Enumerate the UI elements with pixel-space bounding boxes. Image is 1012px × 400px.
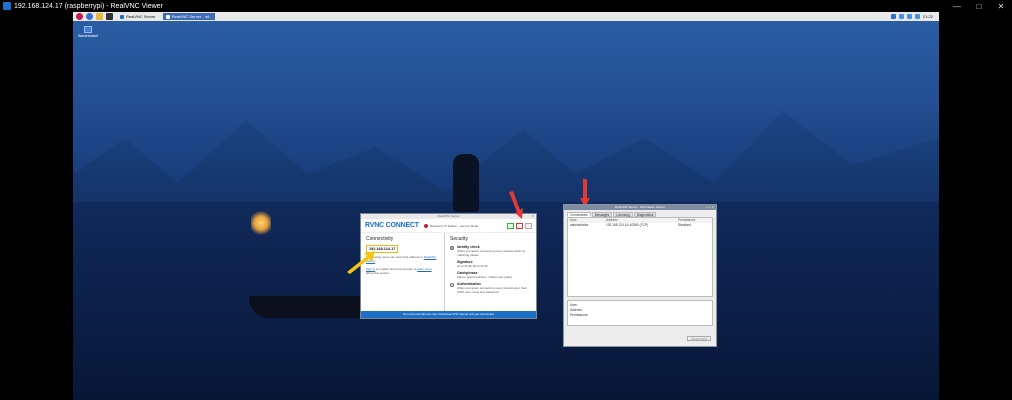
learn-more-link[interactable]: learn more <box>417 267 431 271</box>
cell-user: administrator <box>570 223 589 227</box>
radio-icon <box>450 283 454 287</box>
info-center-button[interactable] <box>516 222 523 229</box>
connectivity-heading: Connectivity <box>366 236 394 242</box>
vnc-connect-logo: RVNC CONNECT <box>365 222 419 229</box>
security-panel: Security Identity check When prompted, c… <box>445 233 536 311</box>
realvnc-viewer-window: 192.168.124.17 (raspberrypi) - RealVNC V… <box>0 0 1012 400</box>
remote-desktop[interactable]: RealVNC Server RealVNC Server - Inf... 2… <box>73 12 939 400</box>
tab-connections[interactable]: Connections <box>567 212 591 217</box>
menu-icon[interactable] <box>525 222 532 229</box>
wastebasket-icon <box>84 26 92 33</box>
radio-icon <box>450 246 454 250</box>
yellow-arrow-annotation <box>347 251 375 274</box>
tab-diagnostics[interactable]: Diagnostics <box>633 212 657 217</box>
disconnect-button[interactable]: Disconnect <box>687 336 711 341</box>
bluetooth-icon[interactable] <box>898 14 904 19</box>
fisherman-silhouette <box>453 154 479 212</box>
info-center-title-bar: RealVNC Server - Information Center — □ … <box>564 205 716 210</box>
vnc-server-window: RealVNC Server ✕ RVNC CONNECT Raspberry … <box>360 213 537 319</box>
vnc-icon <box>165 14 170 19</box>
terminal-icon[interactable] <box>106 13 113 20</box>
cell-address: 192.168.124.14::62360 (TCP) <box>606 223 649 227</box>
vnc-tray-icon[interactable] <box>890 14 896 19</box>
tab-licensing[interactable]: Licensing <box>613 212 633 217</box>
raspberry-menu-icon[interactable] <box>76 13 83 20</box>
signature-item: Signature af:e7:4b:9b:40:1f:12:32 <box>457 260 488 268</box>
clock: 21:22 <box>922 14 933 19</box>
taskbar-item-vnc-server[interactable]: RealVNC Server <box>117 13 159 20</box>
authentication-item[interactable]: Authentication When prompted, connecting… <box>450 282 531 294</box>
browser-icon[interactable] <box>86 13 93 20</box>
close-button[interactable]: ✕ <box>990 0 1012 12</box>
information-center-window: RealVNC Server - Information Center — □ … <box>563 204 717 347</box>
catchphrase-item: Catchphrase Falcon grand ambition. Volta… <box>457 271 512 279</box>
vnc-icon <box>120 14 124 19</box>
maximize-button[interactable]: □ <box>968 0 990 12</box>
minimize-button[interactable]: — <box>946 0 968 12</box>
cell-permissions: Standard <box>678 223 691 227</box>
raspberry-pi-icon <box>423 223 428 228</box>
window-controls-icon[interactable]: — □ ✕ <box>705 205 714 210</box>
volume-icon[interactable] <box>914 14 920 19</box>
info-center-tabs: Connections Messages Licensing Diagnosti… <box>564 210 716 217</box>
connection-details: User: Address: Permissions: <box>567 300 713 326</box>
security-heading: Security <box>450 236 469 242</box>
device-label: Raspberry Pi Edition - Service Mode <box>423 223 478 228</box>
wifi-icon[interactable] <box>906 14 912 19</box>
desktop-icon-wastebasket[interactable]: Wastebasket <box>77 26 99 38</box>
realvnc-app-icon <box>3 2 11 10</box>
vnc-toolbar <box>507 222 532 229</box>
taskbar-item-info-center[interactable]: RealVNC Server - Inf... <box>162 13 216 20</box>
close-icon[interactable]: ✕ <box>531 214 534 219</box>
taskbar: RealVNC Server RealVNC Server - Inf... 2… <box>73 12 939 21</box>
viewer-window-title: 192.168.124.17 (raspberrypi) - RealVNC V… <box>14 2 163 10</box>
licence-banner[interactable]: Non-commercial use only. Download VNC Se… <box>361 311 536 318</box>
identity-check-item[interactable]: Identity check When prompted, connecting… <box>450 245 531 257</box>
detail-permissions-label: Permissions: <box>570 313 589 317</box>
system-tray: 21:22 <box>890 14 939 19</box>
viewer-title-bar: 192.168.124.17 (raspberrypi) - RealVNC V… <box>0 0 1012 12</box>
vnc-server-header: RVNC CONNECT Raspberry Pi Edition - Serv… <box>361 219 536 233</box>
lantern-glow <box>251 210 271 236</box>
folder-icon[interactable] <box>96 13 103 20</box>
connections-table: User Address Permissions administrator 1… <box>567 217 713 297</box>
tab-messages[interactable]: Messages <box>591 212 613 217</box>
status-icon[interactable] <box>507 222 514 229</box>
red-arrow-annotation <box>509 191 523 219</box>
table-row[interactable]: administrator 192.168.124.14::62360 (TCP… <box>568 223 712 228</box>
